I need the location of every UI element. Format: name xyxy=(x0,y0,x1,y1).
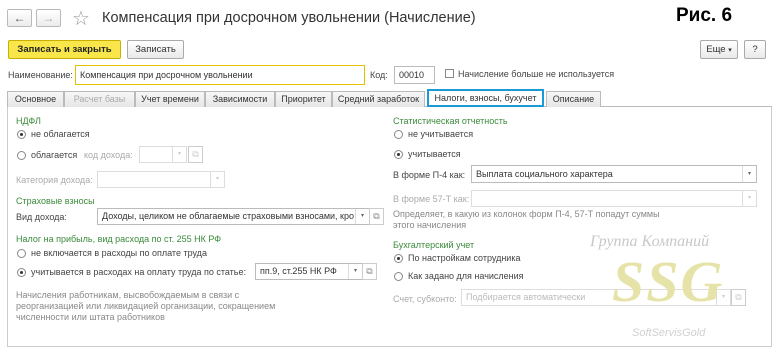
f57-select[interactable]: ▾ xyxy=(471,190,757,207)
save-and-close-button[interactable]: Записать и закрыть xyxy=(8,40,121,59)
income-code-input[interactable]: ▾ xyxy=(139,146,187,163)
tab-main[interactable]: Основное xyxy=(7,91,64,107)
accounting-as-set-label: Как задано для начисления xyxy=(408,271,524,281)
profit-tax-section-title: Налог на прибыль, вид расхода по ст. 255… xyxy=(16,234,222,244)
stat-not-counted-label: не учитывается xyxy=(408,129,474,139)
tab-dependencies[interactable]: Зависимости xyxy=(205,91,275,107)
ndfl-taxed-radio[interactable] xyxy=(17,151,26,160)
f57-label: В форме 57-Т как: xyxy=(393,194,470,204)
article-value: пп.9, ст.255 НК РФ xyxy=(260,266,337,276)
open-icon[interactable]: ⧉ xyxy=(362,263,377,280)
watermark-company: SoftServisGold xyxy=(632,327,706,339)
dropdown-arrow-icon[interactable]: ▾ xyxy=(210,172,224,187)
unused-checkbox[interactable] xyxy=(445,69,454,78)
accounting-by-employee-label: По настройкам сотрудника xyxy=(408,253,521,263)
account-label: Счет, субконто: xyxy=(393,294,457,304)
ndfl-section-title: НДФЛ xyxy=(16,116,41,126)
p4-label: В форме П-4 как: xyxy=(393,170,466,180)
ndfl-taxed-label: облагается xyxy=(31,150,78,160)
stat-counted-label: учитывается xyxy=(408,149,461,159)
ndfl-not-taxed-radio[interactable] xyxy=(17,130,26,139)
dropdown-arrow-icon[interactable]: ▾ xyxy=(172,147,186,162)
income-type-value: Доходы, целиком не облагаемые страховыми… xyxy=(102,211,354,221)
account-placeholder: Подбирается автоматически xyxy=(466,292,586,302)
dropdown-arrow-icon[interactable]: ▾ xyxy=(355,209,369,224)
profit-included-radio[interactable] xyxy=(17,268,26,277)
profit-tax-note: Начисления работникам, высвобождаемым в … xyxy=(16,290,276,322)
dropdown-arrow-icon[interactable]: ▾ xyxy=(742,191,756,206)
income-type-input[interactable]: Доходы, целиком не облагаемые страховыми… xyxy=(97,208,370,225)
tab-time-tracking[interactable]: Учет времени xyxy=(135,91,205,107)
watermark-logo: SSG xyxy=(612,249,725,314)
insurance-section-title: Страховые взносы xyxy=(16,196,95,206)
income-category-label: Категория дохода: xyxy=(16,175,93,185)
tab-priority[interactable]: Приоритет xyxy=(275,91,332,107)
income-category-select[interactable]: ▾ xyxy=(97,171,225,188)
name-label: Наименование: xyxy=(8,70,73,80)
tab-average-earnings[interactable]: Средний заработок xyxy=(332,91,425,107)
forward-button[interactable]: → xyxy=(36,9,61,27)
dropdown-arrow-icon[interactable]: ▾ xyxy=(348,264,362,279)
stat-counted-radio[interactable] xyxy=(394,150,403,159)
more-label: Еще xyxy=(706,44,726,55)
p4-select[interactable]: Выплата социального характера ▾ xyxy=(471,165,757,183)
tab-base-calc[interactable]: Расчет базы xyxy=(64,91,135,107)
stat-note: Определяет, в какую из колонок форм П-4,… xyxy=(393,209,660,230)
stat-section-title: Статистическая отчетность xyxy=(393,116,508,126)
tab-description[interactable]: Описание xyxy=(546,91,601,107)
more-button[interactable]: Еще ▾ xyxy=(700,40,738,59)
back-button[interactable]: ← xyxy=(7,9,32,27)
accounting-section-title: Бухгалтерский учет xyxy=(393,240,475,250)
arrow-left-icon: ← xyxy=(13,11,26,25)
favorite-star-icon[interactable]: ☆ xyxy=(72,6,90,31)
chevron-down-icon: ▾ xyxy=(728,47,732,54)
name-input[interactable]: Компенсация при досрочном увольнении xyxy=(75,65,365,85)
profit-not-included-label: не включается в расходы по оплате труда xyxy=(31,248,207,258)
figure-label: Рис. 6 xyxy=(676,5,733,26)
open-icon[interactable]: ⧉ xyxy=(188,146,203,163)
stat-not-counted-radio[interactable] xyxy=(394,130,403,139)
p4-value: Выплата социального характера xyxy=(476,169,613,179)
tab-bar: Основное Расчет базы Учет времени Зависи… xyxy=(7,89,772,107)
accounting-by-employee-radio[interactable] xyxy=(394,254,403,263)
code-label: Код: xyxy=(370,70,388,80)
ndfl-not-taxed-label: не облагается xyxy=(31,129,90,139)
save-button[interactable]: Записать xyxy=(127,40,184,59)
help-button[interactable]: ? xyxy=(744,40,766,59)
code-input[interactable]: 00010 xyxy=(394,66,435,84)
article-select[interactable]: пп.9, ст.255 НК РФ ▾ xyxy=(255,263,363,280)
open-icon[interactable]: ⧉ xyxy=(369,208,384,225)
income-type-label: Вид дохода: xyxy=(16,212,67,222)
tab-taxes[interactable]: Налоги, взносы, бухучет xyxy=(427,89,544,107)
accounting-as-set-radio[interactable] xyxy=(394,272,403,281)
arrow-right-icon: → xyxy=(42,11,55,25)
profit-included-label: учитывается в расходах на оплату труда п… xyxy=(31,267,246,277)
open-icon[interactable]: ⧉ xyxy=(731,289,746,306)
dropdown-arrow-icon[interactable]: ▾ xyxy=(742,166,756,182)
income-code-label: код дохода: xyxy=(84,150,133,160)
window-title: Компенсация при досрочном увольнении (На… xyxy=(102,10,476,26)
unused-label: Начисление больше не используется xyxy=(458,69,615,79)
profit-not-included-radio[interactable] xyxy=(17,249,26,258)
